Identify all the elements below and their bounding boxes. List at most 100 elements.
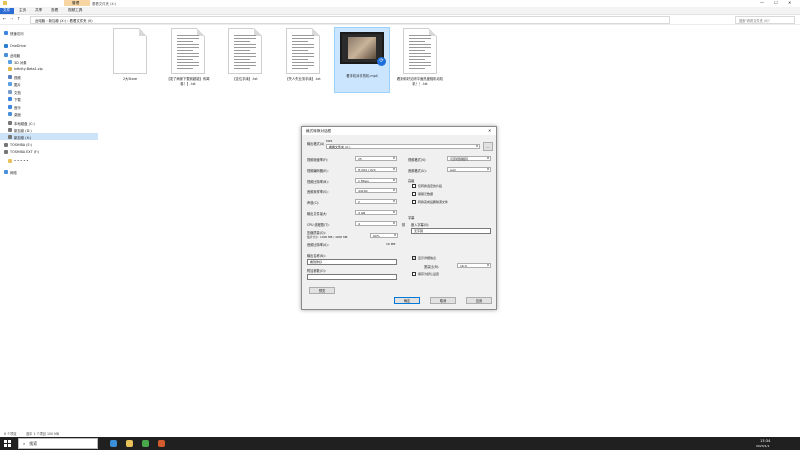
field-select[interactable]: 2 ▼ bbox=[355, 199, 397, 204]
tab-view[interactable]: 查看 bbox=[51, 8, 58, 13]
checkbox[interactable]: 保存为默认设置 bbox=[412, 272, 439, 276]
output-path-select[interactable]: 看看文件夹 (X:) ▼ bbox=[326, 144, 480, 149]
usb-drive-icon bbox=[4, 150, 8, 154]
file-item[interactable]: 2大Store bbox=[105, 28, 155, 82]
up-icon[interactable]: ↑ bbox=[17, 16, 20, 21]
taskbar: 13:34 2023/1/1 bbox=[0, 437, 800, 450]
checkbox[interactable]: 保留元数据 bbox=[412, 192, 433, 196]
checkbox[interactable]: ✓ 显示详细信息 bbox=[412, 256, 436, 260]
browse-button[interactable]: … bbox=[483, 142, 493, 151]
close-button[interactable]: ✕ bbox=[788, 0, 791, 5]
download-icon bbox=[8, 97, 12, 101]
sidebar-item[interactable]: 此电脑 bbox=[4, 52, 20, 58]
cloud-icon bbox=[4, 44, 8, 48]
sidebar-item-label: 图片 bbox=[14, 82, 21, 87]
chevron-down-icon: ▼ bbox=[393, 179, 395, 182]
sidebar-item[interactable]: 桌面 bbox=[8, 111, 21, 117]
checkbox-empty-icon[interactable] bbox=[412, 192, 416, 196]
dialog-title-bar: 格式转换对话框 ✕ bbox=[302, 127, 496, 135]
checkbox[interactable]: 转换完成后删除源文件 bbox=[412, 200, 448, 204]
maximize-button[interactable]: ☐ bbox=[774, 0, 778, 5]
clock-time[interactable]: 13:34 bbox=[760, 439, 770, 443]
checkbox[interactable]: 仅转换选定的片段 bbox=[412, 184, 442, 188]
file-item[interactable]: ⟳ 看手机对手的机.mp4 bbox=[337, 28, 387, 79]
subtitle-input[interactable]: 无字幕 bbox=[411, 228, 491, 234]
field-select[interactable]: 4 ▼ bbox=[355, 221, 397, 226]
field-select[interactable]: 25 ▼ bbox=[355, 156, 397, 161]
sidebar-item[interactable]: 视频 bbox=[8, 74, 21, 80]
preview-button[interactable]: 预览 bbox=[309, 287, 335, 294]
sidebar-item[interactable]: 文档 bbox=[8, 89, 21, 95]
manage-context-tab[interactable]: 管理 bbox=[64, 0, 90, 6]
field-select[interactable]: 44100 ▼ bbox=[355, 188, 397, 193]
checkbox-empty-icon[interactable] bbox=[412, 200, 416, 204]
minimize-button[interactable]: — bbox=[760, 0, 764, 5]
field-select[interactable]: 1 Mbps ▼ bbox=[355, 178, 397, 183]
file-explorer-icon[interactable] bbox=[126, 440, 133, 447]
quality-select[interactable]: 60% ▼ bbox=[370, 233, 398, 238]
sidebar-item[interactable]: 音乐 bbox=[8, 104, 21, 110]
field-select[interactable]: 4 GB ▼ bbox=[355, 210, 397, 215]
dialog-title: 格式转换对话框 bbox=[306, 128, 332, 133]
zip-icon bbox=[8, 67, 12, 71]
field-select[interactable]: H.264 / AVC ▼ bbox=[355, 167, 397, 172]
close-icon[interactable]: ✕ bbox=[488, 128, 491, 133]
clock-date[interactable]: 2023/1/1 bbox=[756, 444, 769, 448]
sync-icon: ⟳ bbox=[377, 57, 386, 66]
sidebar-item[interactable]: 快速访问 bbox=[4, 30, 24, 36]
forward-icon[interactable]: → bbox=[10, 16, 13, 21]
search-icon: ⌕ bbox=[23, 441, 26, 446]
sidebar-item[interactable]: TOSHIBA EXT (F:) bbox=[4, 149, 39, 155]
address-input[interactable]: 此电脑 › 新加卷 (X:) › 看看文件夹 (X) bbox=[30, 16, 670, 24]
sidebar-item[interactable]: 3D 对象 bbox=[8, 59, 27, 65]
app-icon[interactable] bbox=[142, 440, 149, 447]
file-item[interactable]: 【失人失业务手续】.txt bbox=[278, 28, 328, 82]
ratio-label: 宽高比(R): bbox=[424, 265, 440, 269]
sidebar-item[interactable]: 网络 bbox=[4, 169, 17, 175]
file-name: 看到你好见研平面热度相机动机机！！.txt bbox=[396, 77, 444, 86]
subtitle-group-title: 字幕 bbox=[408, 216, 415, 220]
text-file-icon bbox=[403, 28, 437, 74]
edge-icon[interactable] bbox=[110, 440, 117, 447]
checkbox-empty-icon[interactable] bbox=[412, 272, 416, 276]
document-icon bbox=[8, 90, 12, 94]
ratio-select[interactable]: 16:9 ▼ bbox=[457, 263, 491, 268]
field-select[interactable]: 与原视频相同 ▼ bbox=[447, 156, 491, 161]
tab-video-tools[interactable]: 视频工具 bbox=[68, 8, 82, 13]
taskbar-search-box[interactable]: ⌕ 搜索 bbox=[18, 438, 98, 449]
back-icon[interactable]: ← bbox=[3, 16, 6, 21]
sidebar-item[interactable]: Infinity-Beta1.zip bbox=[8, 66, 43, 72]
chevron-down-icon: ▼ bbox=[393, 222, 395, 225]
tab-file[interactable]: 文件 bbox=[3, 8, 10, 13]
sidebar-item[interactable]: 本地磁盘 (C:) bbox=[8, 120, 35, 126]
field-select[interactable]: AAC ▼ bbox=[447, 167, 491, 172]
sidebar-item[interactable]: 新加卷 (X:) bbox=[8, 134, 31, 140]
tab-share[interactable]: 共享 bbox=[35, 8, 42, 13]
sidebar-item[interactable]: 图片 bbox=[8, 81, 21, 87]
ok-button[interactable]: 确定 bbox=[394, 297, 420, 304]
output-name-label: 输出名称(N): bbox=[307, 254, 326, 258]
sidebar-item[interactable]: • • • • • bbox=[8, 158, 28, 164]
ribbon bbox=[0, 7, 800, 15]
extra-params-input[interactable] bbox=[307, 274, 397, 280]
file-item[interactable]: 【定位手续】.txt bbox=[220, 28, 270, 82]
status-bar: 6 个项目 选中 1 个项目 100 MB bbox=[0, 429, 800, 437]
file-item[interactable]: 【发了两家下载到超能】传闻卷！】.txt bbox=[163, 28, 213, 86]
sidebar-item[interactable]: TOSHIBA (E:) bbox=[4, 142, 32, 148]
search-input[interactable]: 搜索"看看文件夹 (X)" bbox=[735, 16, 795, 24]
apply-button[interactable]: 应用 bbox=[466, 297, 492, 304]
sidebar-item[interactable]: OneDrive bbox=[4, 43, 26, 49]
checkbox-checked-icon[interactable]: ✓ bbox=[412, 256, 416, 260]
tab-home[interactable]: 主页 bbox=[19, 8, 26, 13]
file-item[interactable]: 看到你好见研平面热度相机动机机！！.txt bbox=[395, 28, 445, 86]
cancel-button[interactable]: 取消 bbox=[430, 297, 456, 304]
sidebar-item-label: 本地磁盘 (C:) bbox=[14, 121, 35, 126]
start-icon[interactable] bbox=[4, 440, 11, 447]
output-name-input[interactable]: 看到你好 bbox=[307, 259, 397, 265]
sidebar-item[interactable]: 下载 bbox=[8, 96, 21, 102]
cube-icon bbox=[8, 60, 12, 64]
app-icon-2[interactable] bbox=[158, 440, 165, 447]
checkbox-empty-icon[interactable] bbox=[412, 184, 416, 188]
title-bar: 管理 看看文件夹 (X:) — ☐ ✕ bbox=[0, 0, 800, 7]
sidebar-item[interactable]: 新加卷 (D:) bbox=[8, 127, 32, 133]
